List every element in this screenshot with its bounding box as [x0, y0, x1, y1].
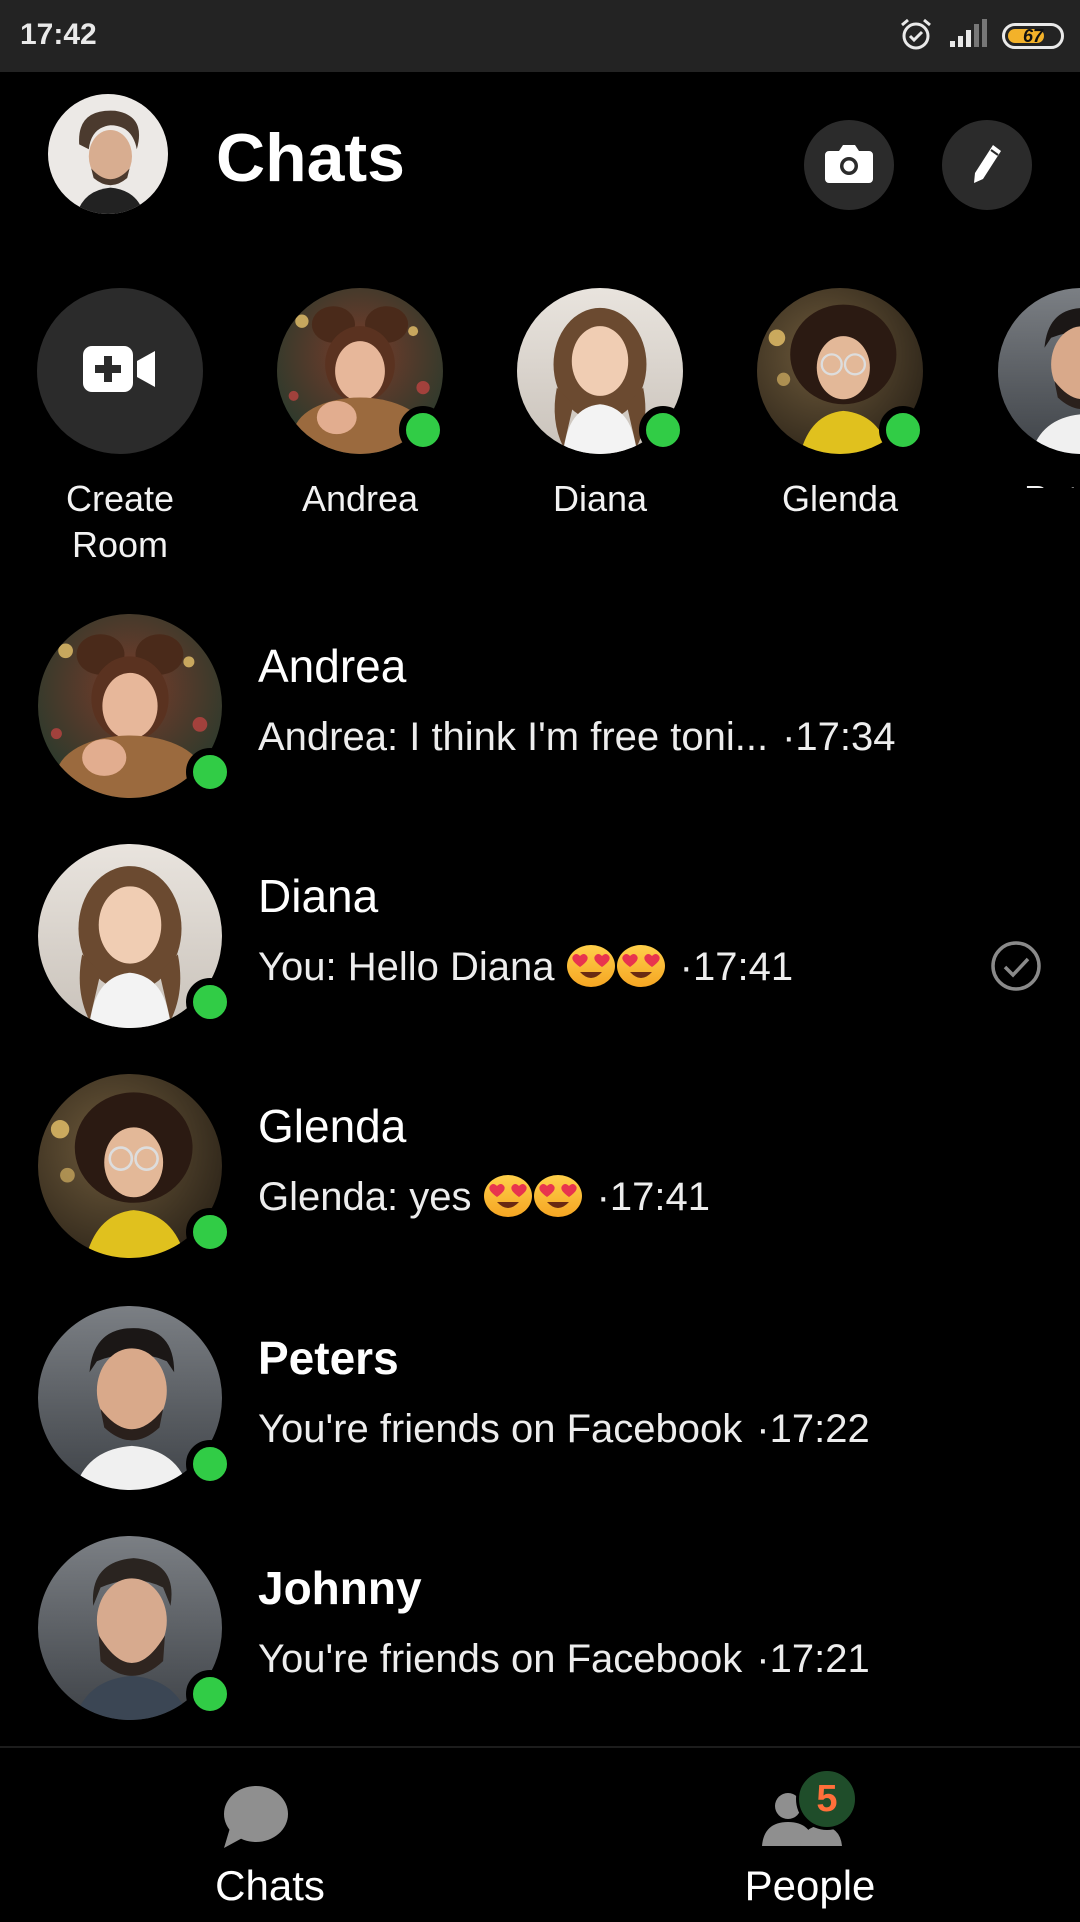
chat-message: You: Hello Diana	[258, 945, 555, 989]
online-indicator	[879, 406, 927, 454]
chat-time: ·17:41	[596, 1175, 711, 1219]
online-indicator	[186, 748, 234, 796]
status-bar: 17:42 67	[0, 0, 1080, 72]
chat-row-peters[interactable]: Peters You're friends on Facebook ·17:22	[0, 1292, 1080, 1492]
chat-row-diana[interactable]: Diana You: Hello Diana ·17:41	[0, 830, 1080, 1030]
chat-avatar	[38, 614, 234, 798]
chat-bubble-icon	[220, 1784, 290, 1855]
chat-time: ·17:22	[756, 1407, 870, 1451]
create-room-button[interactable]	[37, 288, 203, 454]
heart-eyes-emoji	[533, 1172, 583, 1218]
alarm-icon	[898, 16, 934, 57]
battery-icon: 67	[1002, 23, 1064, 49]
heart-eyes-emoji	[566, 942, 616, 988]
chat-avatar	[38, 1074, 234, 1258]
chat-preview: Andrea: I think I'm free toni... ·17:34	[258, 712, 896, 762]
story-glenda[interactable]: Glenda	[740, 288, 940, 522]
people-badge: 5	[796, 1768, 858, 1830]
chat-name: Peters	[258, 1332, 399, 1384]
online-indicator	[186, 1208, 234, 1256]
new-message-button[interactable]	[942, 120, 1032, 210]
chat-preview: Glenda: yes ·17:41	[258, 1172, 710, 1222]
video-plus-icon	[83, 344, 157, 399]
chat-row-johnny[interactable]: Johnny You're friends on Facebook ·17:21	[0, 1522, 1080, 1722]
chat-row-glenda[interactable]: Glenda Glenda: yes ·17:41	[0, 1060, 1080, 1260]
bottom-nav: Chats 5 People	[0, 1746, 1080, 1922]
story-label: Create Room	[65, 478, 175, 565]
heart-eyes-emoji	[483, 1172, 533, 1218]
story-avatar[interactable]	[998, 288, 1080, 454]
story-label: Glenda	[781, 478, 899, 519]
story-label: Diana	[552, 478, 648, 519]
chat-message: Glenda: yes	[258, 1175, 472, 1219]
profile-avatar[interactable]	[48, 94, 168, 214]
chat-name: Glenda	[258, 1100, 407, 1152]
read-receipt-icon	[990, 940, 1042, 992]
chat-preview: You: Hello Diana ·17:41	[258, 942, 793, 992]
chat-message: You're friends on Facebook	[258, 1407, 743, 1451]
chat-avatar	[38, 844, 234, 1028]
nav-tab-people[interactable]: 5 People	[660, 1748, 960, 1922]
story-label: Andrea	[301, 478, 419, 519]
story-diana[interactable]: Diana	[500, 288, 700, 522]
story-andrea[interactable]: Andrea	[260, 288, 460, 522]
chat-avatar	[38, 1306, 234, 1490]
camera-button[interactable]	[804, 120, 894, 210]
nav-tab-chats[interactable]: Chats	[120, 1748, 420, 1922]
page-title: Chats	[216, 120, 405, 196]
nav-label: Chats	[215, 1862, 325, 1909]
online-indicator	[399, 406, 447, 454]
chat-time: ·17:21	[756, 1637, 870, 1681]
story-peters-clip: Pet	[980, 288, 1080, 488]
chat-name: Andrea	[258, 640, 407, 692]
chat-time: ·17:34	[782, 715, 896, 759]
chat-message: You're friends on Facebook	[258, 1637, 743, 1681]
heart-eyes-emoji	[616, 942, 666, 988]
battery-percent: 67	[1022, 25, 1044, 46]
nav-label: People	[744, 1862, 876, 1909]
camera-icon	[823, 141, 875, 190]
pencil-icon	[967, 141, 1007, 190]
chat-preview: You're friends on Facebook ·17:21	[258, 1634, 870, 1684]
signal-icon	[948, 18, 988, 54]
status-time: 17:42	[20, 18, 97, 51]
status-icons: 67	[898, 16, 1064, 56]
chat-preview: You're friends on Facebook ·17:22	[258, 1404, 870, 1454]
chat-message: Andrea: I think I'm free toni...	[258, 715, 769, 759]
chat-avatar	[38, 1536, 234, 1720]
online-indicator	[639, 406, 687, 454]
chat-time: ·17:41	[679, 945, 794, 989]
story-avatar[interactable]	[277, 288, 447, 454]
create-room-item[interactable]: Create Room	[20, 288, 220, 568]
online-indicator	[186, 1670, 234, 1718]
online-indicator	[186, 978, 234, 1026]
story-avatar[interactable]	[757, 288, 927, 454]
chat-name: Diana	[258, 870, 379, 922]
story-peters[interactable]: Pet	[980, 288, 1080, 488]
chat-name: Johnny	[258, 1562, 422, 1614]
story-label: Pet	[1024, 476, 1080, 488]
chat-row-andrea[interactable]: Andrea Andrea: I think I'm free toni... ·…	[0, 600, 1080, 800]
story-avatar[interactable]	[517, 288, 687, 454]
online-indicator	[186, 1440, 234, 1488]
